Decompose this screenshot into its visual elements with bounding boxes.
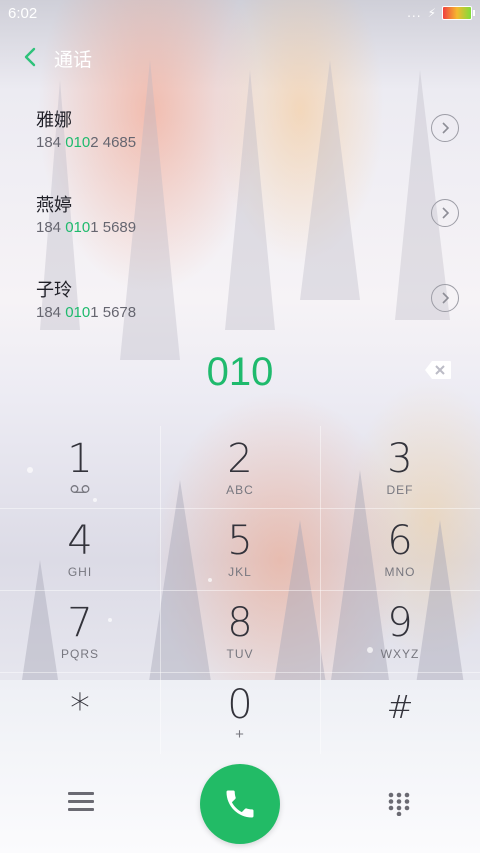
key-digit: 1	[67, 436, 93, 482]
number-prefix: 184	[36, 219, 66, 236]
key-letters: ABC	[226, 483, 254, 497]
status-time: 6:02	[8, 5, 38, 22]
key-digit: *	[70, 686, 90, 732]
key-star[interactable]: *	[0, 672, 160, 754]
number-match: 010	[65, 304, 91, 321]
number-suffix: 1 5689	[90, 219, 137, 236]
key-digit: 8	[227, 600, 253, 646]
contact-name: 雅娜	[36, 110, 72, 131]
number-match: 010	[65, 219, 91, 236]
key-letters: MNO	[384, 565, 416, 579]
key-letters: DEF	[386, 483, 414, 497]
key-digit: #	[386, 688, 414, 726]
key-digit: 7	[67, 600, 93, 646]
key-digit: 5	[227, 518, 253, 564]
call-button[interactable]	[200, 764, 280, 844]
contact-name: 燕婷	[36, 195, 72, 216]
key-digit: 4	[67, 518, 93, 564]
number-prefix: 184	[36, 304, 66, 321]
key-hash[interactable]: #	[320, 672, 480, 754]
contact-number: 184 0102 4685	[36, 134, 136, 151]
dial-display: 010	[0, 350, 480, 406]
page-title: 通话	[54, 49, 93, 71]
number-match: 010	[65, 134, 91, 151]
menu-button[interactable]	[68, 792, 94, 814]
number-suffix: 1 5678	[90, 304, 137, 321]
contact-detail-button[interactable]	[431, 284, 459, 312]
key-5[interactable]: 5 JKL	[160, 508, 320, 590]
contact-row[interactable]: 燕婷 184 0101 5689	[0, 173, 480, 258]
chevron-left-icon	[24, 47, 36, 67]
key-2[interactable]: 2 ABC	[160, 426, 320, 508]
key-7[interactable]: 7 PQRS	[0, 590, 160, 672]
back-button[interactable]	[16, 42, 44, 72]
chevron-right-icon	[442, 207, 450, 219]
key-letters: JKL	[228, 565, 252, 579]
contact-number: 184 0101 5678	[36, 304, 136, 321]
key-letters: WXYZ	[380, 647, 420, 661]
dial-keypad: 1 2 ABC 3 DEF 4 GHI 5 JKL 6 MNO 7 PQRS 8…	[0, 426, 480, 754]
keypad-toggle-button[interactable]	[388, 792, 410, 817]
key-0[interactable]: 0 +	[160, 672, 320, 754]
chevron-right-icon	[442, 292, 450, 304]
key-8[interactable]: 8 TUV	[160, 590, 320, 672]
dialpad-icon	[388, 792, 410, 817]
key-letters: PQRS	[60, 647, 99, 661]
contact-detail-button[interactable]	[431, 199, 459, 227]
contact-row[interactable]: 子玲 184 0101 5678	[0, 258, 480, 343]
number-suffix: 2 4685	[90, 134, 137, 151]
contact-results: 雅娜 184 0102 4685 燕婷 184 0101 5689 子玲 184…	[0, 88, 480, 343]
contact-name: 子玲	[36, 280, 72, 301]
chevron-right-icon	[442, 122, 450, 134]
number-prefix: 184	[36, 134, 66, 151]
charging-icon: ⚡	[427, 6, 436, 20]
key-4[interactable]: 4 GHI	[0, 508, 160, 590]
key-1[interactable]: 1	[0, 426, 160, 508]
battery-icon	[442, 6, 475, 20]
key-digit: 0	[227, 682, 253, 728]
contact-row[interactable]: 雅娜 184 0102 4685	[0, 88, 480, 173]
backspace-button[interactable]	[424, 360, 452, 380]
status-bar: 6:02 ... ⚡	[0, 0, 480, 26]
key-digit: 9	[387, 600, 413, 646]
bottom-bar	[0, 748, 480, 853]
key-digit: 2	[227, 436, 253, 482]
signal-dots-icon: ...	[407, 6, 422, 20]
key-letters: GHI	[67, 565, 93, 579]
key-9[interactable]: 9 WXYZ	[320, 590, 480, 672]
menu-icon	[68, 792, 94, 811]
phone-icon	[226, 790, 254, 818]
dialed-number: 010	[206, 350, 274, 394]
key-letters: TUV	[226, 647, 254, 661]
key-6[interactable]: 6 MNO	[320, 508, 480, 590]
key-digit: 6	[387, 518, 413, 564]
voicemail-icon	[70, 485, 90, 493]
top-bar: 通话	[0, 26, 480, 88]
contact-number: 184 0101 5689	[36, 219, 136, 236]
key-3[interactable]: 3 DEF	[320, 426, 480, 508]
backspace-icon	[425, 361, 451, 379]
key-digit: 3	[387, 436, 413, 482]
key-letters: +	[235, 726, 245, 743]
status-icons: ... ⚡	[407, 6, 475, 20]
contact-detail-button[interactable]	[431, 114, 459, 142]
